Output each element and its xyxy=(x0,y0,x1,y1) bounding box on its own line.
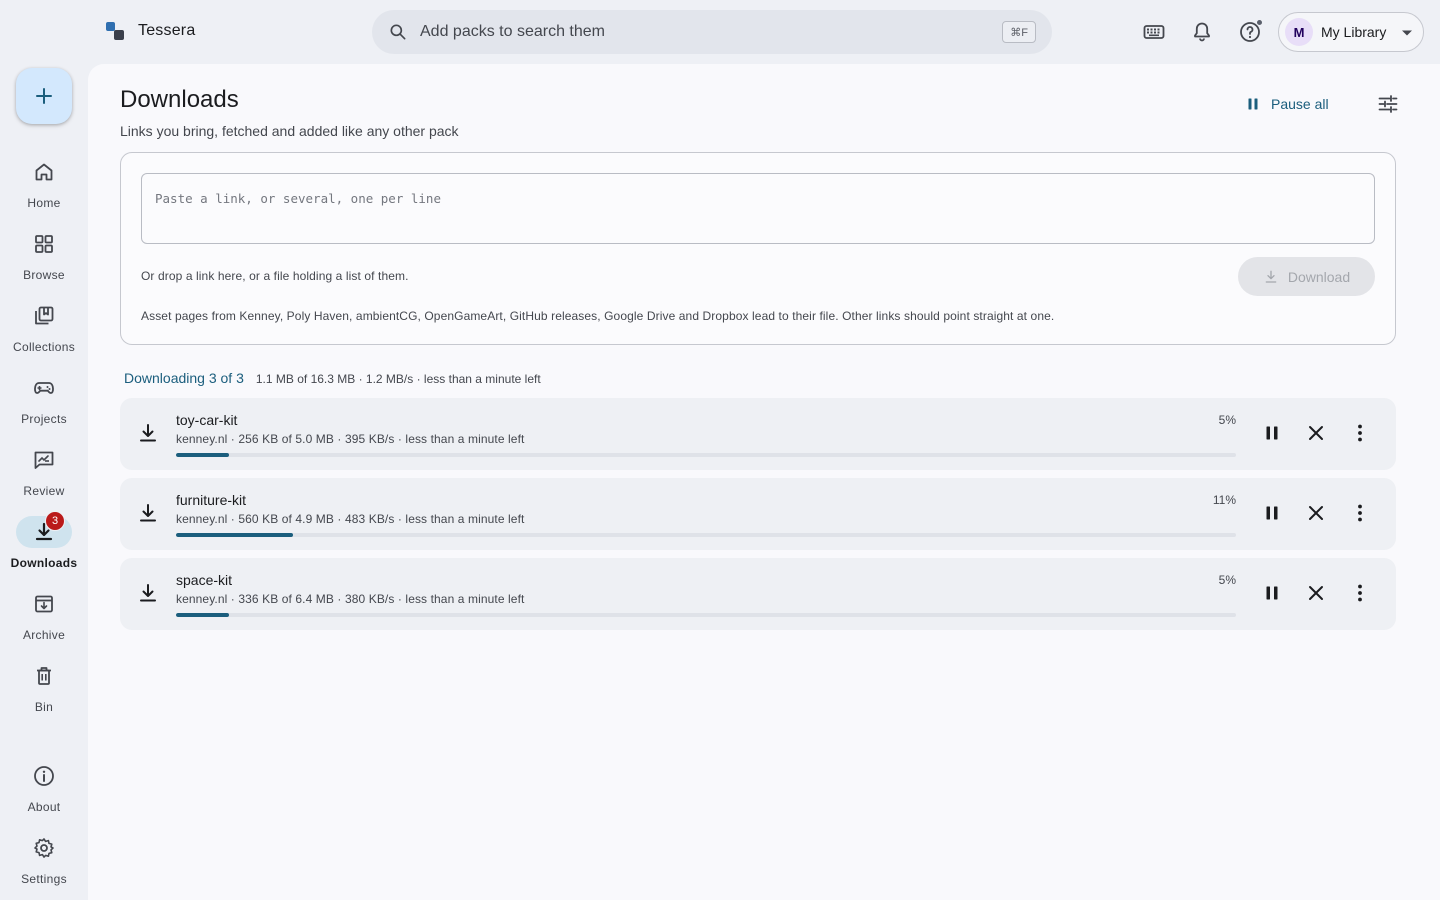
download-icon xyxy=(1263,269,1279,285)
close-icon[interactable] xyxy=(1304,421,1328,445)
library-label: My Library xyxy=(1321,24,1387,40)
pause-icon[interactable] xyxy=(1260,581,1284,605)
progress-track xyxy=(176,453,1236,457)
top-bar: Tessera ⌘F M My Library xyxy=(0,0,1440,64)
nav-label: Home xyxy=(27,196,61,210)
info-icon xyxy=(32,764,56,788)
nav-label: About xyxy=(27,800,61,814)
drop-hint: Or drop a link here, or a file holding a… xyxy=(141,269,409,283)
home-icon xyxy=(32,160,56,184)
progress-fill xyxy=(176,453,229,457)
page-subtitle: Links you bring, fetched and added like … xyxy=(120,123,459,139)
link-input[interactable] xyxy=(141,173,1375,244)
brand: Tessera xyxy=(104,20,195,42)
search-icon xyxy=(388,22,408,42)
download-icon xyxy=(136,581,160,605)
avatar: M xyxy=(1285,18,1313,46)
close-icon[interactable] xyxy=(1304,581,1328,605)
collections-icon xyxy=(32,304,56,328)
download-row: furniture-kit kenney.nl · 560 KB of 4.9 … xyxy=(120,478,1396,550)
summary-stats: 1.1 MB of 16.3 MB · 1.2 MB/s · less than… xyxy=(255,372,541,386)
nav-item-archive[interactable]: Archive xyxy=(0,588,88,652)
more-vert-icon[interactable] xyxy=(1348,501,1372,525)
pause-icon[interactable] xyxy=(1260,501,1284,525)
downloads-count-badge: 3 xyxy=(45,511,65,531)
download-button-label: Download xyxy=(1287,268,1351,285)
nav-item-review[interactable]: Review xyxy=(0,444,88,508)
trash-icon xyxy=(32,664,56,688)
nav-item-collections[interactable]: Collections xyxy=(0,300,88,364)
nav-item-home[interactable]: Home xyxy=(0,156,88,220)
summary-title: Downloading 3 of 3 xyxy=(124,370,244,386)
nav-item-projects[interactable]: Projects xyxy=(0,372,88,436)
keyboard-icon[interactable] xyxy=(1142,20,1166,44)
download-meta: kenney.nl · 256 KB of 5.0 MB · 395 KB/s … xyxy=(176,432,525,446)
nav-label: Projects xyxy=(21,412,67,426)
download-summary: Downloading 3 of 3 1.1 MB of 16.3 MB · 1… xyxy=(124,370,541,386)
navigation-rail: Home Browse Collections Projects Review … xyxy=(0,64,88,900)
nav-item-browse[interactable]: Browse xyxy=(0,228,88,292)
search-input[interactable] xyxy=(420,10,980,54)
nav-label: Archive xyxy=(22,628,66,642)
nav-item-bin[interactable]: Bin xyxy=(0,660,88,724)
pause-icon[interactable] xyxy=(1260,421,1284,445)
download-percent: 11% xyxy=(1212,493,1236,507)
close-icon[interactable] xyxy=(1304,501,1328,525)
add-button[interactable] xyxy=(16,68,72,124)
progress-track xyxy=(176,533,1236,537)
nav-label: Browse xyxy=(23,268,65,282)
download-name: toy-car-kit xyxy=(176,412,238,428)
review-icon xyxy=(32,448,56,472)
progress-fill xyxy=(176,533,293,537)
download-meta: kenney.nl · 560 KB of 4.9 MB · 483 KB/s … xyxy=(176,512,525,526)
progress-track xyxy=(176,613,1236,617)
pause-all-button[interactable]: Pause all xyxy=(1246,92,1329,116)
nav-label: Settings xyxy=(21,872,67,886)
tessera-logo-icon xyxy=(104,20,126,42)
archive-icon xyxy=(32,592,56,616)
nav-label: Collections xyxy=(13,340,75,354)
help-notification-dot xyxy=(1256,19,1263,26)
download-percent: 5% xyxy=(1218,413,1236,427)
download-name: space-kit xyxy=(176,572,233,588)
plus-icon xyxy=(32,84,56,108)
page-title: Downloads xyxy=(120,86,239,113)
pause-icon xyxy=(1246,97,1260,111)
app-name: Tessera xyxy=(138,22,196,39)
gamepad-icon xyxy=(32,376,56,400)
download-row: toy-car-kit kenney.nl · 256 KB of 5.0 MB… xyxy=(120,398,1396,470)
download-meta: kenney.nl · 336 KB of 6.4 MB · 380 KB/s … xyxy=(176,592,525,606)
help-icon[interactable] xyxy=(1238,19,1263,44)
progress-fill xyxy=(176,613,229,617)
link-drop-card[interactable]: Or drop a link here, or a file holding a… xyxy=(120,152,1396,345)
pause-all-label: Pause all xyxy=(1271,96,1329,112)
main-panel: Downloads Links you bring, fetched and a… xyxy=(88,64,1440,900)
nav-label: Downloads xyxy=(10,556,78,570)
bell-icon[interactable] xyxy=(1190,20,1214,44)
download-button[interactable]: Download xyxy=(1238,257,1375,296)
nav-item-downloads[interactable]: 3 Downloads xyxy=(0,511,88,580)
download-percent: 5% xyxy=(1218,573,1236,587)
more-vert-icon[interactable] xyxy=(1348,581,1372,605)
gear-icon xyxy=(32,836,56,860)
download-row: space-kit kenney.nl · 336 KB of 6.4 MB ·… xyxy=(120,558,1396,630)
nav-label: Bin xyxy=(34,700,54,714)
nav-item-about[interactable]: About xyxy=(0,760,88,824)
grid-icon xyxy=(32,232,56,256)
nav-item-settings[interactable]: Settings xyxy=(0,832,88,896)
caret-down-icon xyxy=(1401,27,1413,39)
tune-icon[interactable] xyxy=(1376,92,1400,116)
supported-sources-note: Asset pages from Kenney, Poly Haven, amb… xyxy=(141,309,1055,323)
download-icon xyxy=(136,421,160,445)
more-vert-icon[interactable] xyxy=(1348,421,1372,445)
download-name: furniture-kit xyxy=(176,492,247,508)
library-switcher[interactable]: M My Library xyxy=(1278,12,1424,52)
nav-label: Review xyxy=(23,484,65,498)
download-icon xyxy=(136,501,160,525)
search-bar[interactable]: ⌘F xyxy=(372,10,1052,54)
search-shortcut-hint: ⌘F xyxy=(1002,21,1036,43)
